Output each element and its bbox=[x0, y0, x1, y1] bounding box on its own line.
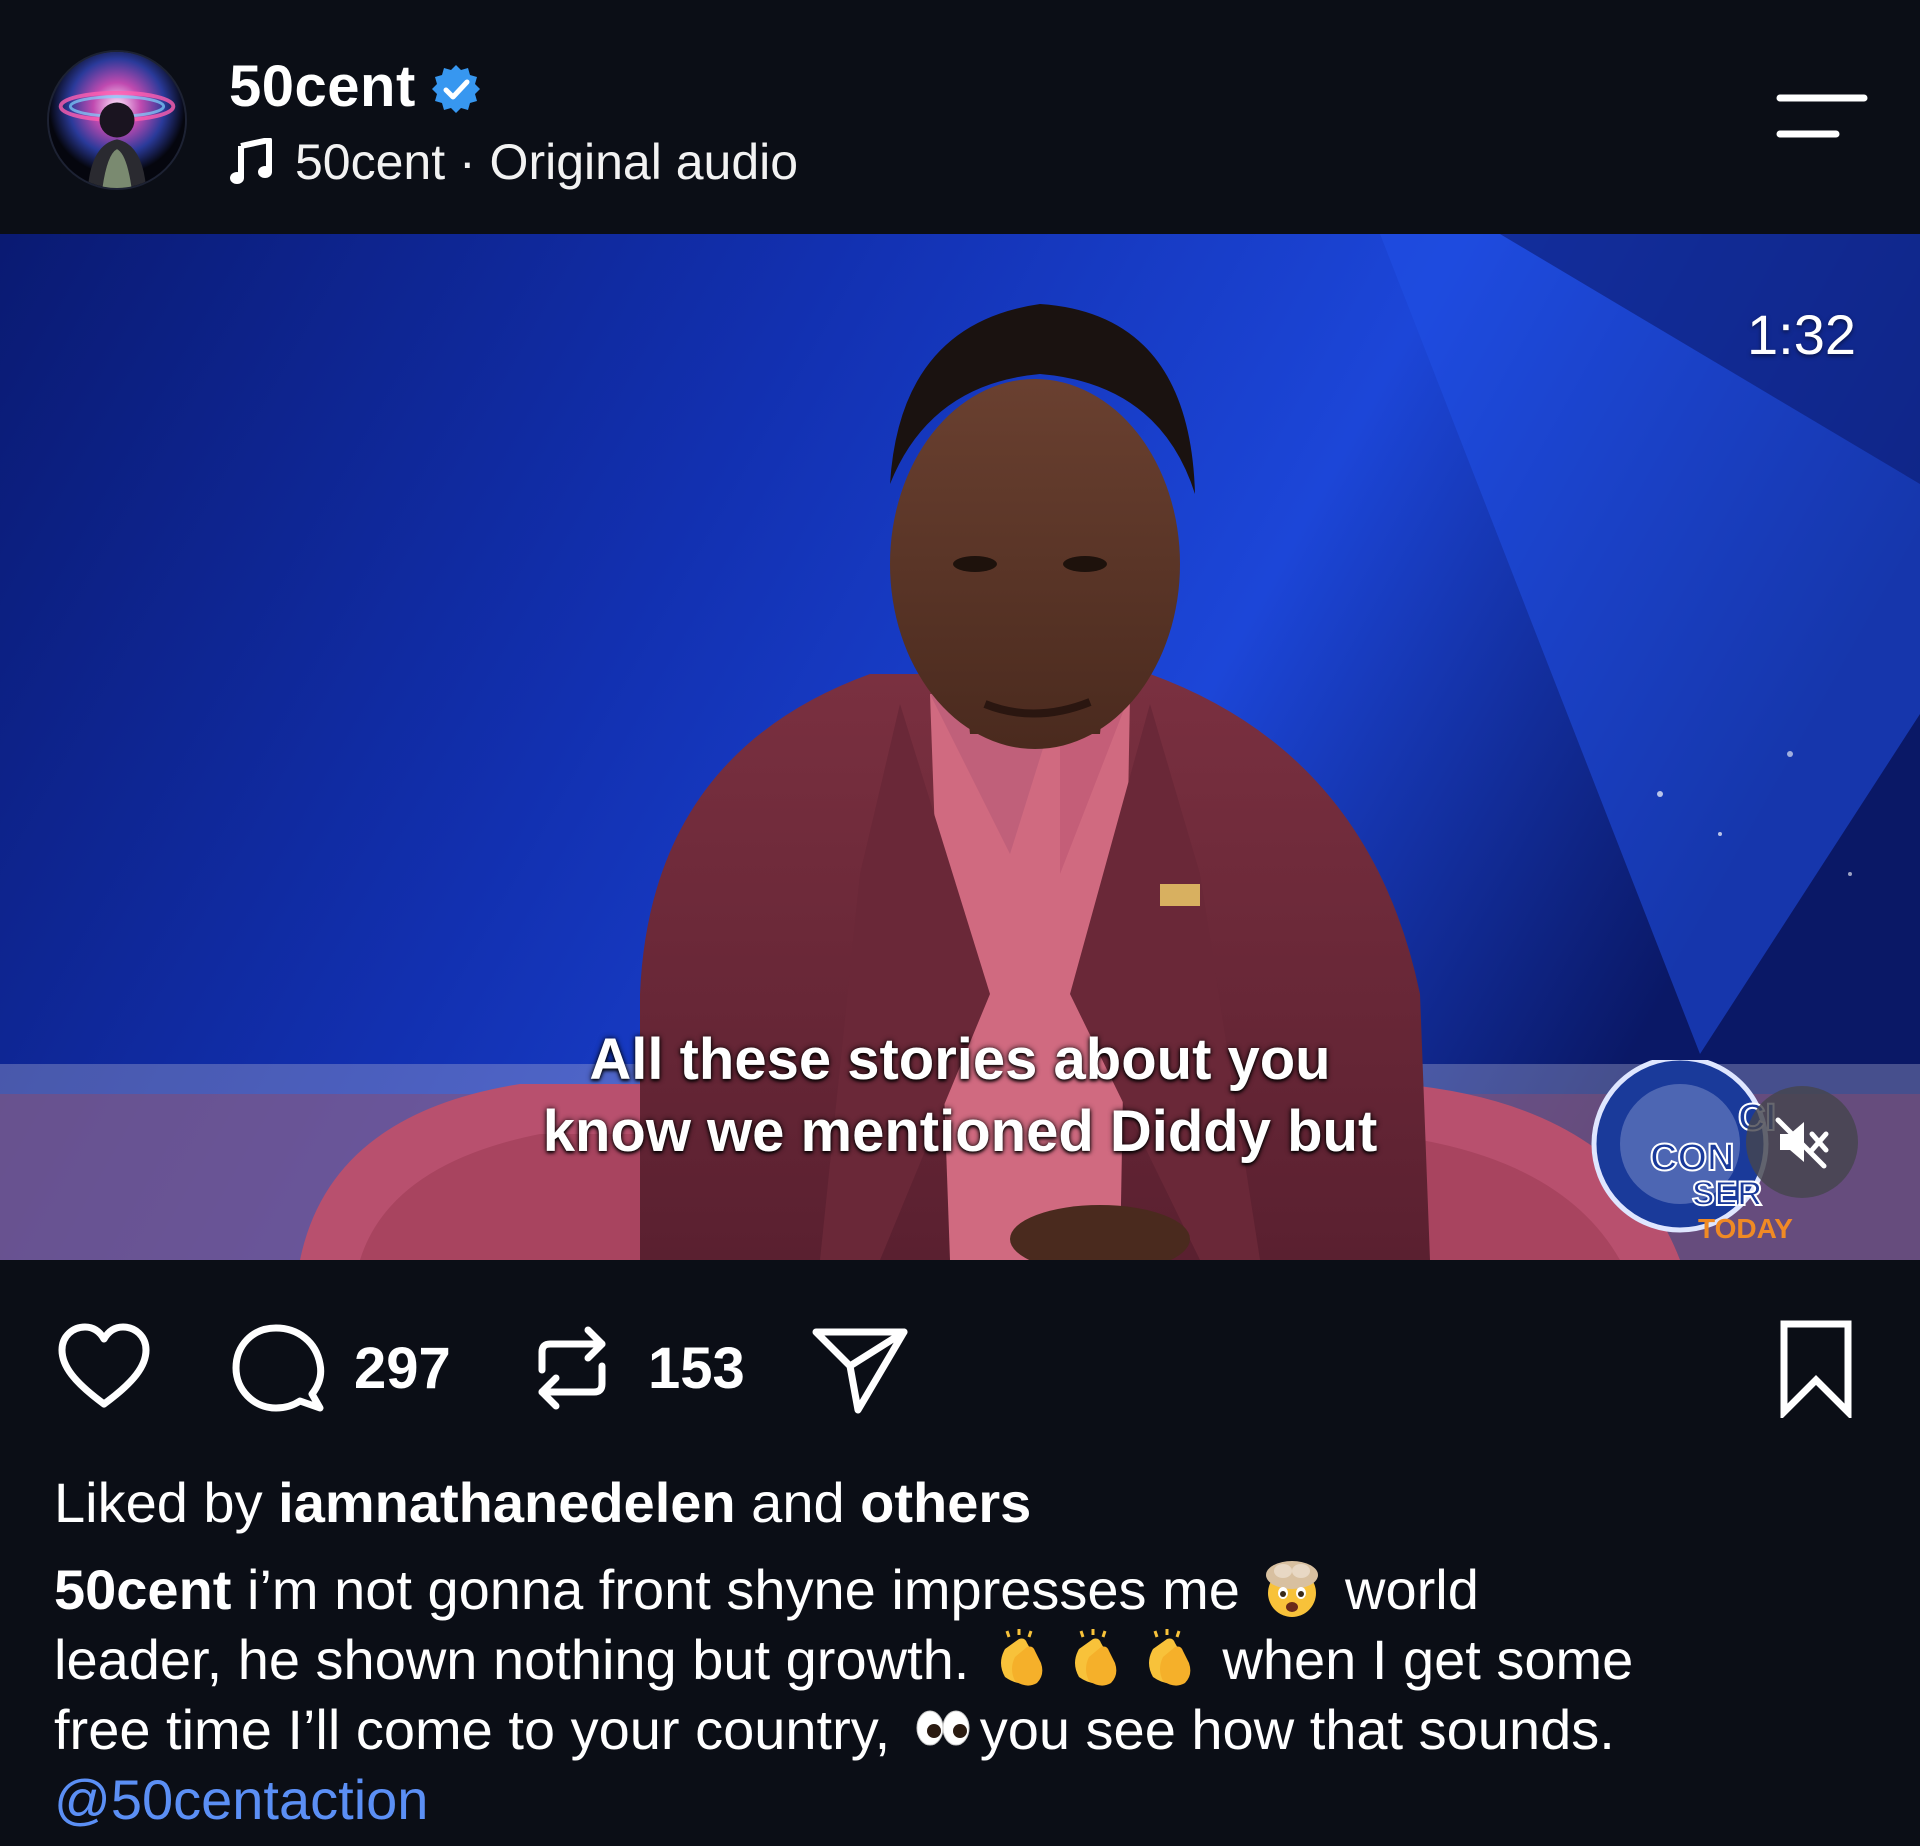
eyes-emoji-icon bbox=[912, 1697, 974, 1759]
liked-by-prefix: Liked by bbox=[54, 1471, 279, 1534]
caption-text-1: i’m not gonna front shyne impresses me bbox=[231, 1558, 1256, 1621]
menu-icon[interactable] bbox=[1776, 92, 1868, 142]
logo-text-4: TODAY bbox=[1698, 1213, 1793, 1240]
caption-author[interactable]: 50cent bbox=[54, 1558, 231, 1621]
comment-button[interactable]: 297 bbox=[228, 1320, 451, 1416]
liked-by-others[interactable]: others bbox=[860, 1471, 1031, 1534]
heart-icon bbox=[58, 1323, 150, 1408]
clapping-hands-emoji-icon bbox=[1065, 1627, 1127, 1689]
video-player[interactable]: 1:32 All these stories about you know we… bbox=[0, 234, 1920, 1260]
repost-count: 153 bbox=[648, 1335, 745, 1401]
comment-count: 297 bbox=[354, 1335, 451, 1401]
repost-icon bbox=[538, 1326, 606, 1410]
avatar[interactable] bbox=[47, 50, 187, 190]
like-button[interactable] bbox=[54, 1320, 154, 1416]
liked-by-middle: and bbox=[735, 1471, 861, 1534]
mute-toggle-button[interactable] bbox=[1746, 1086, 1858, 1198]
caption-line-4: @50centaction bbox=[54, 1765, 1884, 1835]
avatar-image bbox=[49, 52, 185, 188]
caption-line-1: 50cent i’m not gonna front shyne impress… bbox=[54, 1555, 1884, 1625]
video-timestamp: 1:32 bbox=[1747, 303, 1856, 366]
repost-button[interactable]: 153 bbox=[522, 1320, 745, 1416]
caption-text-4: when I get some bbox=[1206, 1628, 1634, 1691]
caption-text-2: world bbox=[1329, 1558, 1479, 1621]
clapping-hands-emoji-icon bbox=[991, 1627, 1053, 1689]
logo-text-2: CON bbox=[1650, 1137, 1734, 1179]
caption-text-5: free time I’ll come to your country, bbox=[54, 1698, 906, 1761]
comment-bubble-icon bbox=[232, 1324, 325, 1412]
post-header: 50cent 50cent · Original audio bbox=[0, 0, 1920, 234]
caption-line-2: leader, he shown nothing but growth. whe… bbox=[54, 1625, 1884, 1695]
logo-text-3: SER bbox=[1692, 1175, 1762, 1213]
share-button[interactable] bbox=[810, 1320, 910, 1416]
action-bar: 297 153 bbox=[0, 1300, 1920, 1430]
caption-text-3: leader, he shown nothing but growth. bbox=[54, 1628, 985, 1691]
mention-link[interactable]: @50centaction bbox=[54, 1768, 428, 1831]
username[interactable]: 50cent bbox=[229, 52, 416, 122]
liked-by-line[interactable]: Liked by iamnathanedelen and others bbox=[54, 1468, 1031, 1538]
liked-by-user[interactable]: iamnathanedelen bbox=[278, 1471, 735, 1534]
exploding-head-emoji-icon bbox=[1261, 1557, 1323, 1619]
clapping-hands-emoji-icon bbox=[1139, 1627, 1201, 1689]
verified-badge-icon bbox=[430, 61, 482, 113]
music-note-icon bbox=[229, 137, 273, 186]
bookmark-icon bbox=[1780, 1320, 1852, 1418]
video-subtitle-line-2: know we mentioned Diddy but bbox=[542, 1099, 1378, 1164]
save-button[interactable] bbox=[1766, 1320, 1866, 1418]
paper-plane-icon bbox=[812, 1328, 908, 1414]
video-subtitle-line-1: All these stories about you bbox=[589, 1027, 1331, 1092]
speaker-muted-icon bbox=[1775, 1117, 1829, 1169]
video-subtitle: All these stories about you know we ment… bbox=[460, 1024, 1460, 1168]
audio-label[interactable]: 50cent · Original audio bbox=[295, 132, 798, 192]
caption-text-6: you see how that sounds. bbox=[979, 1698, 1615, 1761]
username-row[interactable]: 50cent bbox=[229, 52, 482, 122]
caption-line-3: free time I’ll come to your country, you… bbox=[54, 1695, 1884, 1765]
audio-attribution[interactable]: 50cent · Original audio bbox=[229, 132, 798, 192]
post-caption: 50cent i’m not gonna front shyne impress… bbox=[54, 1555, 1884, 1835]
